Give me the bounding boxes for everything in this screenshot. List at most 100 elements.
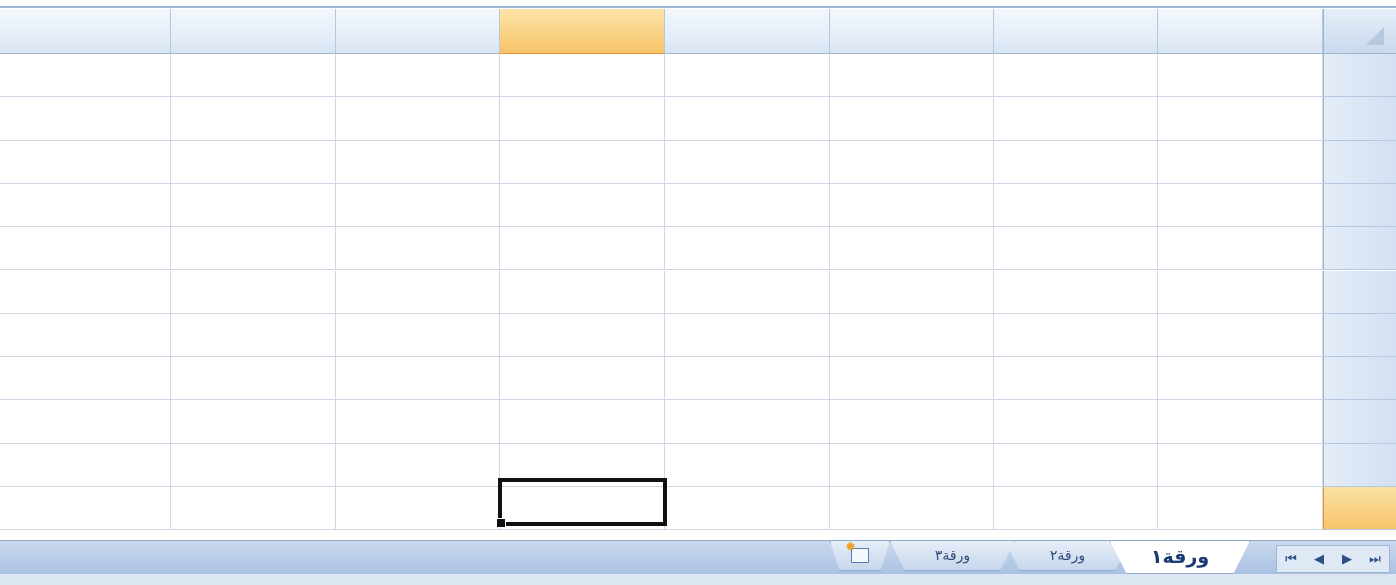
grid-cell[interactable]: [665, 183, 830, 228]
column-header[interactable]: [830, 9, 994, 54]
grid-cell[interactable]: [830, 227, 994, 271]
grid-cell[interactable]: [500, 54, 665, 98]
grid-cell[interactable]: [336, 54, 500, 98]
grid-cell[interactable]: [336, 357, 500, 401]
grid-cell[interactable]: [336, 140, 500, 184]
grid-cell[interactable]: [1158, 54, 1323, 98]
grid-cell[interactable]: [665, 443, 830, 487]
grid-cell[interactable]: [171, 487, 336, 531]
row-header[interactable]: [1323, 400, 1396, 444]
grid-cell[interactable]: [0, 54, 171, 98]
grid-cell[interactable]: [500, 400, 665, 444]
grid-cell[interactable]: [171, 140, 336, 184]
select-all-corner[interactable]: [1323, 9, 1396, 54]
grid-cell[interactable]: [830, 54, 994, 98]
grid-cell[interactable]: [665, 400, 830, 444]
grid-cell[interactable]: [665, 227, 830, 271]
column-header[interactable]: [994, 9, 1158, 54]
grid-cell[interactable]: [830, 400, 994, 444]
grid-cell[interactable]: [171, 270, 336, 314]
grid-cell[interactable]: [171, 357, 336, 401]
grid-cell[interactable]: [994, 97, 1158, 141]
row-header[interactable]: [1323, 97, 1396, 141]
grid-cell[interactable]: [994, 443, 1158, 487]
grid-cell[interactable]: [665, 487, 830, 531]
column-header[interactable]: [1158, 9, 1323, 54]
grid-cell[interactable]: [665, 313, 830, 358]
column-header[interactable]: [500, 9, 665, 54]
grid-cell[interactable]: [994, 270, 1158, 314]
grid-cell[interactable]: [830, 487, 994, 531]
grid-cell[interactable]: [1158, 140, 1323, 184]
grid-cell[interactable]: [0, 313, 171, 358]
column-header[interactable]: [336, 9, 500, 54]
grid-cell[interactable]: [500, 97, 665, 141]
grid-cell[interactable]: [665, 140, 830, 184]
grid-cell[interactable]: [500, 183, 665, 228]
grid-cell[interactable]: [665, 357, 830, 401]
grid-cell[interactable]: [665, 270, 830, 314]
row-header[interactable]: [1323, 140, 1396, 184]
selected-cell[interactable]: [496, 478, 667, 528]
column-header[interactable]: [171, 9, 336, 54]
grid-cell[interactable]: [171, 227, 336, 271]
grid-cell[interactable]: [336, 270, 500, 314]
tab-sheet-2[interactable]: ورقة٢: [1005, 541, 1130, 571]
grid-cell[interactable]: [1158, 97, 1323, 141]
grid-cell[interactable]: [171, 183, 336, 228]
row-header[interactable]: [1323, 313, 1396, 358]
grid-cell[interactable]: [830, 357, 994, 401]
row-header[interactable]: [1323, 227, 1396, 271]
grid-cell[interactable]: [1158, 357, 1323, 401]
grid-cell[interactable]: [171, 54, 336, 98]
grid-cell[interactable]: [0, 443, 171, 487]
grid-cell[interactable]: [994, 54, 1158, 98]
fill-handle[interactable]: [496, 518, 506, 528]
grid-cell[interactable]: [0, 183, 171, 228]
grid-cell[interactable]: [665, 54, 830, 98]
grid-cell[interactable]: [0, 400, 171, 444]
row-header[interactable]: [1323, 183, 1396, 228]
insert-sheet-tab[interactable]: ✹: [830, 541, 890, 571]
grid-cell[interactable]: [336, 443, 500, 487]
grid-cell[interactable]: [1158, 270, 1323, 314]
grid-cell[interactable]: [1158, 443, 1323, 487]
row-header[interactable]: [1323, 357, 1396, 401]
grid-cell[interactable]: [0, 97, 171, 141]
grid-cell[interactable]: [500, 270, 665, 314]
next-sheet-icon[interactable]: ▶: [1333, 546, 1361, 572]
grid-cell[interactable]: [994, 357, 1158, 401]
worksheet-grid[interactable]: [0, 9, 1396, 539]
grid-cell[interactable]: [171, 443, 336, 487]
grid-cell[interactable]: [336, 313, 500, 358]
grid-cell[interactable]: [0, 270, 171, 314]
grid-cell[interactable]: [500, 140, 665, 184]
column-header[interactable]: [665, 9, 830, 54]
grid-cell[interactable]: [336, 97, 500, 141]
grid-cell[interactable]: [665, 97, 830, 141]
grid-cell[interactable]: [0, 140, 171, 184]
grid-cell[interactable]: [994, 313, 1158, 358]
grid-cell[interactable]: [994, 487, 1158, 531]
grid-cell[interactable]: [500, 227, 665, 271]
grid-cell[interactable]: [0, 357, 171, 401]
grid-cell[interactable]: [1158, 487, 1323, 531]
grid-cell[interactable]: [500, 357, 665, 401]
row-header[interactable]: [1323, 487, 1396, 531]
grid-cell[interactable]: [994, 183, 1158, 228]
column-header[interactable]: [0, 9, 171, 54]
row-header[interactable]: [1323, 443, 1396, 487]
grid-cell[interactable]: [830, 270, 994, 314]
grid-cell[interactable]: [500, 313, 665, 358]
grid-cell[interactable]: [830, 313, 994, 358]
grid-cell[interactable]: [171, 97, 336, 141]
grid-cell[interactable]: [171, 400, 336, 444]
grid-cell[interactable]: [830, 443, 994, 487]
grid-cell[interactable]: [0, 227, 171, 271]
row-header[interactable]: [1323, 54, 1396, 98]
tab-sheet-1[interactable]: ورقة١: [1110, 541, 1250, 574]
tab-sheet-3[interactable]: ورقة٣: [890, 541, 1015, 571]
grid-cell[interactable]: [336, 400, 500, 444]
grid-cell[interactable]: [1158, 183, 1323, 228]
grid-cell[interactable]: [171, 313, 336, 358]
